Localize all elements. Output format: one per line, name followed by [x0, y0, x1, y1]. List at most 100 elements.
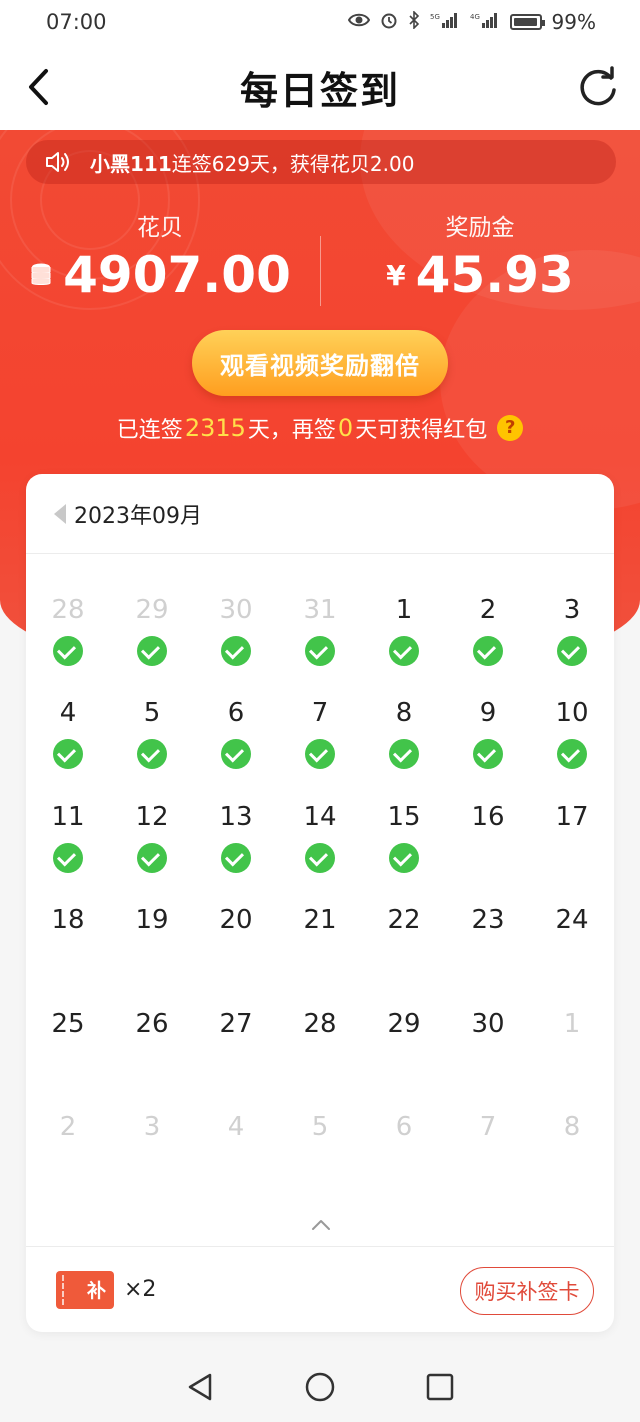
check-circle-icon: [221, 636, 251, 666]
streak-days: 2315: [184, 414, 246, 442]
calendar-day[interactable]: 4: [26, 697, 110, 800]
calendar-day[interactable]: 6: [194, 697, 278, 800]
calendar-day[interactable]: 5: [278, 1111, 362, 1214]
calendar-day[interactable]: 28: [26, 594, 110, 697]
calendar-day[interactable]: 7: [446, 1111, 530, 1214]
chevron-left-icon: [29, 69, 48, 105]
circle-home-icon: [305, 1372, 335, 1402]
calendar-day[interactable]: 29: [110, 594, 194, 697]
calendar-day[interactable]: 30: [446, 1008, 530, 1111]
nav-back-button[interactable]: [178, 1365, 222, 1409]
calendar-day-number: 10: [555, 698, 589, 729]
check-circle-icon: [389, 636, 419, 666]
calendar-day[interactable]: 30: [194, 594, 278, 697]
points-label: 花贝: [137, 215, 183, 241]
back-button[interactable]: [18, 64, 58, 110]
calendar-day[interactable]: 15: [362, 801, 446, 904]
calendar-day[interactable]: 12: [110, 801, 194, 904]
eye-icon: [347, 12, 370, 33]
calendar-day[interactable]: 31: [278, 594, 362, 697]
calendar-day-number: 13: [219, 801, 253, 832]
calendar-day-number: 7: [479, 1111, 497, 1142]
calendar-grid: 28 29 30 31 1 2 3 4 5 6 7 8 9 10 11 12 13 14 15 16 17 18 19 20 2…: [26, 594, 614, 1214]
calendar-day[interactable]: 25: [26, 1008, 110, 1111]
calendar-day-number: 29: [135, 595, 169, 625]
calendar-day[interactable]: 16: [446, 801, 530, 904]
status-time: 07:00: [46, 10, 107, 34]
points-balance[interactable]: 花贝 4907.00: [0, 200, 320, 304]
calendar-day-number: 23: [471, 905, 505, 936]
question-icon[interactable]: ?: [497, 415, 524, 441]
check-circle-icon: [389, 842, 419, 873]
calendar-day[interactable]: 18: [26, 904, 110, 1007]
calendar-day[interactable]: 6: [362, 1111, 446, 1214]
reward-balance[interactable]: 奖励金 ¥ 45.93: [320, 200, 640, 304]
calendar-day[interactable]: 1: [362, 594, 446, 697]
calendar-day[interactable]: 20: [194, 904, 278, 1007]
calendar-day[interactable]: 8: [362, 697, 446, 800]
system-nav-bar: [0, 1352, 640, 1422]
prev-month-icon[interactable]: [54, 503, 66, 524]
nav-recents-button[interactable]: [418, 1365, 462, 1409]
calendar-day[interactable]: 11: [26, 801, 110, 904]
calendar-day-number: 14: [303, 801, 337, 832]
calendar-day[interactable]: 9: [446, 697, 530, 800]
makeup-card-icon: 补: [56, 1270, 114, 1309]
calendar-day-number: 8: [563, 1111, 581, 1142]
calendar-day[interactable]: 2: [446, 594, 530, 697]
speaker-icon: [46, 152, 69, 172]
check-circle-icon: [305, 842, 335, 873]
calendar-day[interactable]: 10: [530, 697, 614, 800]
page-title: 每日签到: [239, 68, 400, 113]
alarm-icon: [380, 11, 398, 34]
chevron-up-icon[interactable]: [310, 1214, 332, 1236]
refresh-button[interactable]: [576, 64, 620, 110]
balance-divider: [320, 236, 321, 306]
calendar-day[interactable]: 7: [278, 697, 362, 800]
calendar-day[interactable]: 23: [446, 904, 530, 1007]
check-circle-icon: [389, 739, 419, 770]
square-recents-icon: [426, 1373, 454, 1401]
calendar-day-number: 5: [143, 698, 161, 729]
calendar-day-number: 18: [51, 905, 85, 936]
buy-makeup-card-button[interactable]: 购买补签卡: [460, 1267, 594, 1315]
calendar-day-number: 6: [395, 1111, 413, 1142]
calendar-day[interactable]: 29: [362, 1008, 446, 1111]
calendar-day[interactable]: 8: [530, 1111, 614, 1214]
streak-remaining: 0: [337, 414, 354, 442]
calendar-day[interactable]: 22: [362, 904, 446, 1007]
check-circle-icon: [473, 636, 503, 666]
calendar-day[interactable]: 2: [26, 1111, 110, 1214]
calendar-day-number: 4: [59, 698, 77, 729]
currency-symbol: ¥: [386, 258, 406, 292]
calendar-day-number: 30: [219, 595, 253, 625]
calendar-month: 2023年09月: [74, 503, 202, 529]
calendar-day-number: 4: [227, 1111, 245, 1142]
calendar-day[interactable]: 1: [530, 1008, 614, 1111]
check-circle-icon: [137, 842, 167, 873]
calendar-day[interactable]: 27: [194, 1008, 278, 1111]
calendar-day[interactable]: 5: [110, 697, 194, 800]
calendar-header: 2023年09月: [26, 474, 614, 554]
calendar-day-number: 22: [387, 905, 421, 936]
calendar-day-number: 19: [135, 905, 169, 936]
reward-label: 奖励金: [445, 215, 515, 241]
calendar-day[interactable]: 3: [110, 1111, 194, 1214]
battery-percent: 99%: [551, 10, 596, 34]
calendar-day-number: 2: [479, 595, 497, 625]
watch-video-double-button[interactable]: 观看视频奖励翻倍: [192, 330, 448, 396]
calendar-day[interactable]: 3: [530, 594, 614, 697]
check-circle-icon: [557, 636, 587, 666]
nav-home-button[interactable]: [298, 1365, 342, 1409]
calendar-day[interactable]: 14: [278, 801, 362, 904]
calendar-day[interactable]: 13: [194, 801, 278, 904]
calendar-day[interactable]: 21: [278, 904, 362, 1007]
calendar-day[interactable]: 17: [530, 801, 614, 904]
calendar-day[interactable]: 19: [110, 904, 194, 1007]
calendar-day[interactable]: 28: [278, 1008, 362, 1111]
calendar-day-number: 28: [51, 595, 85, 625]
calendar-day[interactable]: 26: [110, 1008, 194, 1111]
calendar-day[interactable]: 24: [530, 904, 614, 1007]
calendar-day[interactable]: 4: [194, 1111, 278, 1214]
calendar-day-number: 9: [479, 698, 497, 729]
